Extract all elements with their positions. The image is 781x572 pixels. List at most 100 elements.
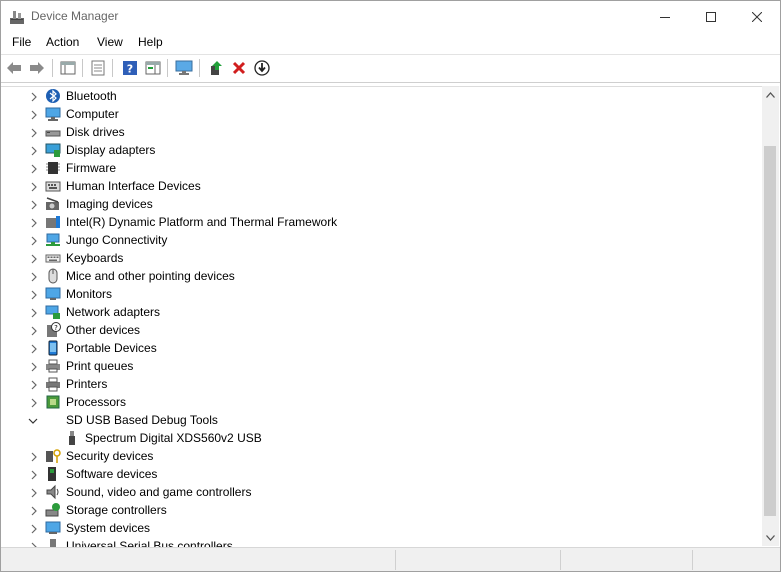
tree-category-item[interactable]: Print queues xyxy=(1,357,762,375)
menu-action[interactable]: Action xyxy=(46,35,79,49)
tree-item-label: Processors xyxy=(66,395,127,409)
device-tree[interactable]: Bluetooth Computer Disk drives Display adap… xyxy=(1,86,762,547)
display-adapter-icon xyxy=(45,142,61,158)
action-pane-button[interactable] xyxy=(144,59,162,77)
chevron-right-icon[interactable] xyxy=(30,469,38,480)
tree-category-item[interactable]: Firmware xyxy=(1,159,762,177)
vertical-scrollbar[interactable] xyxy=(762,86,779,546)
tree-item-label: Security devices xyxy=(66,449,154,463)
chevron-right-icon[interactable] xyxy=(30,361,38,372)
scan-hardware-button[interactable] xyxy=(253,59,271,77)
chevron-right-icon[interactable] xyxy=(30,217,38,228)
computer-monitor-button[interactable] xyxy=(175,59,193,77)
show-hide-tree-button[interactable] xyxy=(59,59,77,77)
chevron-right-icon[interactable] xyxy=(30,397,38,408)
chevron-right-icon[interactable] xyxy=(30,307,38,318)
scan-hardware-icon xyxy=(254,60,270,76)
tree-category-item[interactable]: Jungo Connectivity xyxy=(1,231,762,249)
scroll-up-button[interactable] xyxy=(762,86,779,103)
toolbar-separator xyxy=(82,59,83,77)
chevron-right-icon[interactable] xyxy=(30,127,38,138)
chevron-right-icon[interactable] xyxy=(30,253,38,264)
uninstall-button[interactable] xyxy=(230,59,248,77)
chevron-right-icon[interactable] xyxy=(30,181,38,192)
device-manager-window: Device Manager File Action View Help ? B… xyxy=(0,0,781,572)
chevron-right-icon[interactable] xyxy=(30,505,38,516)
menu-help[interactable]: Help xyxy=(138,35,163,49)
tree-category-item[interactable]: Keyboards xyxy=(1,249,762,267)
minimize-button[interactable] xyxy=(642,1,688,32)
tree-category-item[interactable]: Display adapters xyxy=(1,141,762,159)
chevron-right-icon[interactable] xyxy=(30,91,38,102)
chevron-right-icon[interactable] xyxy=(30,379,38,390)
tree-category-item[interactable]: Software devices xyxy=(1,465,762,483)
close-button[interactable] xyxy=(734,1,780,32)
chevron-right-icon[interactable] xyxy=(30,163,38,174)
tree-category-item[interactable]: Imaging devices xyxy=(1,195,762,213)
menu-bar: File Action View Help xyxy=(1,32,780,53)
tree-category-item[interactable]: Disk drives xyxy=(1,123,762,141)
title-bar[interactable]: Device Manager xyxy=(1,1,780,32)
tree-category-item[interactable]: Computer xyxy=(1,105,762,123)
chevron-down-icon[interactable] xyxy=(28,415,38,425)
tree-item-label: Sound, video and game controllers xyxy=(66,485,252,499)
storage-controller-icon xyxy=(45,502,61,518)
toolbar-separator xyxy=(52,59,53,77)
properties-button[interactable] xyxy=(89,59,107,77)
tree-category-item[interactable]: System devices xyxy=(1,519,762,537)
tree-item-label: Display adapters xyxy=(66,143,156,157)
chevron-right-icon[interactable] xyxy=(30,235,38,246)
status-bar xyxy=(1,547,780,571)
chevron-right-icon[interactable] xyxy=(30,523,38,534)
printer-icon xyxy=(45,376,61,392)
tree-item-label: SD USB Based Debug Tools xyxy=(66,413,218,427)
chevron-right-icon[interactable] xyxy=(30,451,38,462)
chevron-right-icon[interactable] xyxy=(30,325,38,336)
chevron-right-icon[interactable] xyxy=(30,199,38,210)
back-button[interactable] xyxy=(5,59,23,77)
tree-category-item[interactable]: Security devices xyxy=(1,447,762,465)
scroll-down-button[interactable] xyxy=(762,529,779,546)
bluetooth-icon xyxy=(45,88,61,104)
chevron-right-icon[interactable] xyxy=(30,487,38,498)
computer-icon xyxy=(45,106,61,122)
tree-category-item[interactable]: Monitors xyxy=(1,285,762,303)
tree-item-label: Print queues xyxy=(66,359,134,373)
menu-file[interactable]: File xyxy=(12,35,31,49)
chevron-right-icon[interactable] xyxy=(30,271,38,282)
tree-category-item[interactable]: Human Interface Devices xyxy=(1,177,762,195)
tree-item-label: Storage controllers xyxy=(66,503,167,517)
uninstall-icon xyxy=(232,61,246,75)
chevron-right-icon[interactable] xyxy=(30,109,38,120)
tree-category-item[interactable]: Network adapters xyxy=(1,303,762,321)
tree-category-item[interactable]: SD USB Based Debug Tools xyxy=(1,411,762,429)
tree-category-item[interactable]: Bluetooth xyxy=(1,87,762,105)
tree-child-item[interactable]: Spectrum Digital XDS560v2 USB xyxy=(1,429,762,447)
tree-category-item[interactable]: Portable Devices xyxy=(1,339,762,357)
tree-category-item[interactable]: Printers xyxy=(1,375,762,393)
tree-category-item[interactable]: Processors xyxy=(1,393,762,411)
tree-category-item[interactable]: ? Other devices xyxy=(1,321,762,339)
tree-category-item[interactable]: Intel(R) Dynamic Platform and Thermal Fr… xyxy=(1,213,762,231)
tree-item-label: Other devices xyxy=(66,323,141,337)
tree-item-label: Computer xyxy=(66,107,119,121)
help-button[interactable]: ? xyxy=(121,59,139,77)
unknown-device-icon: ? xyxy=(45,322,61,338)
update-driver-button[interactable] xyxy=(207,59,225,77)
tree-item-label: Network adapters xyxy=(66,305,161,319)
scroll-thumb[interactable] xyxy=(764,146,776,516)
usb-controller-icon xyxy=(45,538,61,547)
chevron-right-icon[interactable] xyxy=(30,289,38,300)
tree-category-item[interactable]: Universal Serial Bus controllers xyxy=(1,537,762,547)
tree-category-item[interactable]: Storage controllers xyxy=(1,501,762,519)
chevron-right-icon[interactable] xyxy=(30,145,38,156)
chevron-right-icon[interactable] xyxy=(30,343,38,354)
window-title: Device Manager xyxy=(31,9,119,23)
system-device-icon xyxy=(45,520,61,536)
disk-drive-icon xyxy=(45,124,61,140)
tree-category-item[interactable]: Sound, video and game controllers xyxy=(1,483,762,501)
forward-button[interactable] xyxy=(28,59,46,77)
maximize-button[interactable] xyxy=(688,1,734,32)
tree-category-item[interactable]: Mice and other pointing devices xyxy=(1,267,762,285)
menu-view[interactable]: View xyxy=(97,35,123,49)
